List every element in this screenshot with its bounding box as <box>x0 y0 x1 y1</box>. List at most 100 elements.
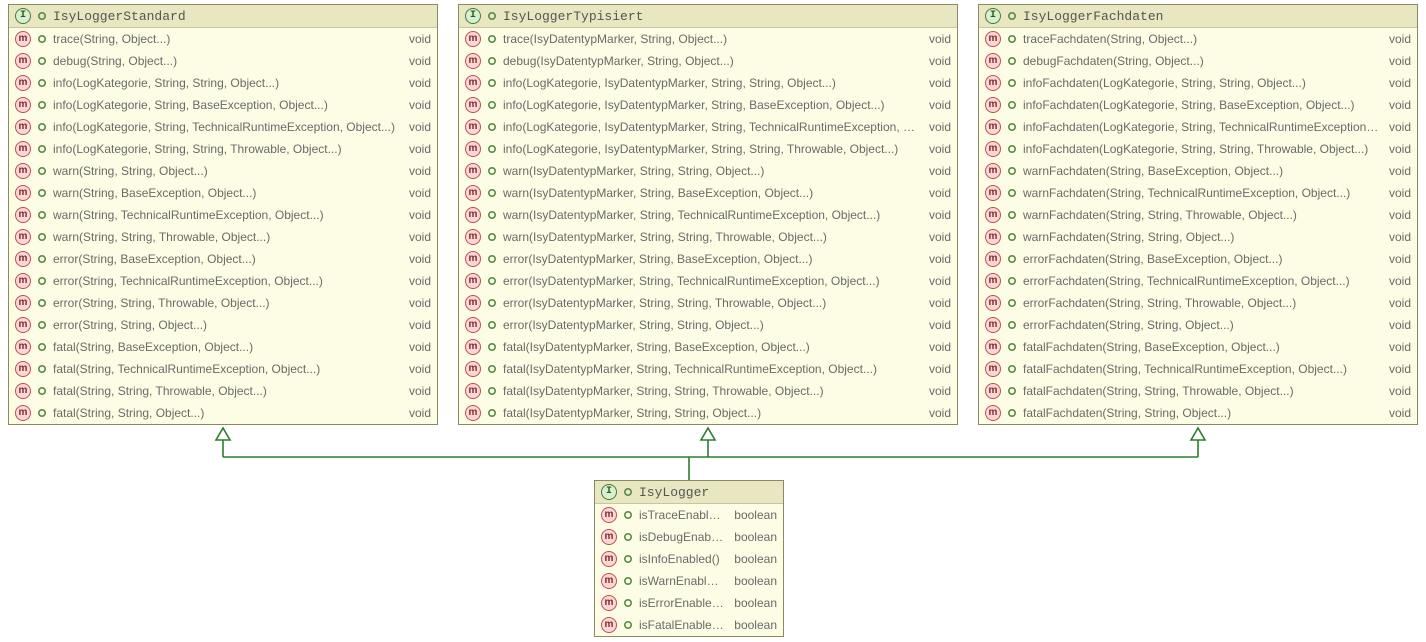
method-row: merror(IsyDatentypMarker, String, BaseEx… <box>459 248 957 270</box>
method-signature: fatalFachdaten(String, String, Object...… <box>1023 405 1379 421</box>
method-icon: m <box>601 507 617 523</box>
interface-icon: I <box>985 8 1001 24</box>
method-return-type: void <box>1385 141 1411 157</box>
abstract-icon <box>37 144 47 154</box>
abstract-icon <box>37 386 47 396</box>
method-row: mwarn(IsyDatentypMarker, String, BaseExc… <box>459 182 957 204</box>
method-row: mfatal(IsyDatentypMarker, String, Techni… <box>459 358 957 380</box>
abstract-icon <box>37 34 47 44</box>
method-return-type: void <box>1385 207 1411 223</box>
abstract-icon <box>1007 408 1017 418</box>
method-signature: warn(String, String, Object...) <box>53 163 399 179</box>
method-return-type: void <box>405 53 431 69</box>
method-icon: m <box>601 551 617 567</box>
method-signature: fatalFachdaten(String, BaseException, Ob… <box>1023 339 1379 355</box>
interface-logger: IIsyLoggermisTraceEnabled()booleanmisDeb… <box>594 480 784 637</box>
method-icon: m <box>15 53 31 69</box>
abstract-icon <box>1007 100 1017 110</box>
method-return-type: void <box>1385 75 1411 91</box>
method-row: mfatal(IsyDatentypMarker, String, String… <box>459 402 957 424</box>
abstract-icon <box>1007 364 1017 374</box>
method-row: mfatal(IsyDatentypMarker, String, String… <box>459 380 957 402</box>
abstract-icon <box>623 620 633 630</box>
method-return-type: void <box>405 119 431 135</box>
method-row: minfoFachdaten(LogKategorie, String, Tec… <box>979 116 1417 138</box>
method-signature: trace(IsyDatentypMarker, String, Object.… <box>503 31 919 47</box>
method-signature: debugFachdaten(String, Object...) <box>1023 53 1379 69</box>
method-row: mwarn(IsyDatentypMarker, String, String,… <box>459 226 957 248</box>
method-row: minfo(LogKategorie, IsyDatentypMarker, S… <box>459 116 957 138</box>
method-row: misTraceEnabled()boolean <box>595 504 783 526</box>
method-return-type: void <box>1385 383 1411 399</box>
method-return-type: void <box>1385 405 1411 421</box>
interface-typisiert: IIsyLoggerTypisiertmtrace(IsyDatentypMar… <box>458 4 958 425</box>
method-row: mwarn(IsyDatentypMarker, String, String,… <box>459 160 957 182</box>
method-return-type: void <box>1385 339 1411 355</box>
method-signature: warn(String, String, Throwable, Object..… <box>53 229 399 245</box>
method-icon: m <box>465 339 481 355</box>
method-return-type: void <box>405 97 431 113</box>
abstract-icon <box>487 320 497 330</box>
method-return-type: void <box>1385 295 1411 311</box>
interface-header: I IsyLoggerFachdaten <box>979 5 1417 28</box>
method-icon: m <box>15 339 31 355</box>
method-return-type: void <box>925 53 951 69</box>
method-signature: error(IsyDatentypMarker, String, String,… <box>503 317 919 333</box>
method-signature: isTraceEnabled() <box>639 507 724 523</box>
method-row: m fatalFachdaten(String, String, Object..… <box>979 402 1417 424</box>
abstract-icon <box>487 386 497 396</box>
method-signature: warn(IsyDatentypMarker, String, Technica… <box>503 207 919 223</box>
method-signature: error(IsyDatentypMarker, String, BaseExc… <box>503 251 919 267</box>
method-row: mwarn(String, BaseException, Object...)v… <box>9 182 437 204</box>
abstract-icon <box>37 364 47 374</box>
method-signature: warn(IsyDatentypMarker, String, BaseExce… <box>503 185 919 201</box>
abstract-icon <box>37 56 47 66</box>
method-icon: m <box>465 163 481 179</box>
method-row: m info(LogKategorie, String, TechnicalRun… <box>9 116 437 138</box>
method-icon: m <box>15 141 31 157</box>
abstract-icon <box>37 232 47 242</box>
interface-name: IsyLoggerFachdaten <box>1023 9 1163 24</box>
interface-fachdaten: I IsyLoggerFachdaten m traceFachdaten(Strin… <box>978 4 1418 425</box>
method-return-type: boolean <box>730 573 777 589</box>
method-icon: m <box>15 317 31 333</box>
method-row: minfo(LogKategorie, String, BaseExceptio… <box>9 94 437 116</box>
method-icon: m <box>465 361 481 377</box>
method-row: mdebug(IsyDatentypMarker, String, Object… <box>459 50 957 72</box>
method-return-type: void <box>1385 97 1411 113</box>
method-row: merror(String, String, Object...)void <box>9 314 437 336</box>
abstract-icon <box>623 487 633 497</box>
method-icon: m <box>465 53 481 69</box>
method-return-type: void <box>405 317 431 333</box>
method-signature: fatalFachdaten(String, String, Throwable… <box>1023 383 1379 399</box>
method-return-type: void <box>925 405 951 421</box>
method-return-type: void <box>1385 361 1411 377</box>
method-row: merrorFachdaten(String, String, Object..… <box>979 314 1417 336</box>
method-row: minfo(LogKategorie, IsyDatentypMarker, S… <box>459 94 957 116</box>
method-return-type: boolean <box>730 529 777 545</box>
method-return-type: boolean <box>730 617 777 633</box>
method-icon: m <box>985 31 1001 47</box>
method-signature: warnFachdaten(String, String, Throwable,… <box>1023 207 1379 223</box>
abstract-icon <box>1007 166 1017 176</box>
method-return-type: void <box>405 361 431 377</box>
abstract-icon <box>37 78 47 88</box>
method-icon: m <box>15 295 31 311</box>
method-icon: m <box>465 31 481 47</box>
abstract-icon <box>1007 254 1017 264</box>
method-row: misErrorEnabled()boolean <box>595 592 783 614</box>
method-return-type: void <box>925 141 951 157</box>
method-icon: m <box>15 31 31 47</box>
method-signature: traceFachdaten(String, Object...) <box>1023 31 1379 47</box>
method-icon: m <box>985 405 1001 421</box>
method-icon: m <box>15 405 31 421</box>
method-row: mtraceFachdaten(String, Object...)void <box>979 28 1417 50</box>
abstract-icon <box>37 188 47 198</box>
abstract-icon <box>487 364 497 374</box>
method-row: minfoFachdaten(LogKategorie, String, Bas… <box>979 94 1417 116</box>
method-icon: m <box>15 119 31 135</box>
method-signature: info(LogKategorie, String, TechnicalRunt… <box>53 119 399 135</box>
method-row: mwarn(String, String, Object...)void <box>9 160 437 182</box>
interface-icon: I <box>465 8 481 24</box>
method-row: mtrace(String, Object...)void <box>9 28 437 50</box>
